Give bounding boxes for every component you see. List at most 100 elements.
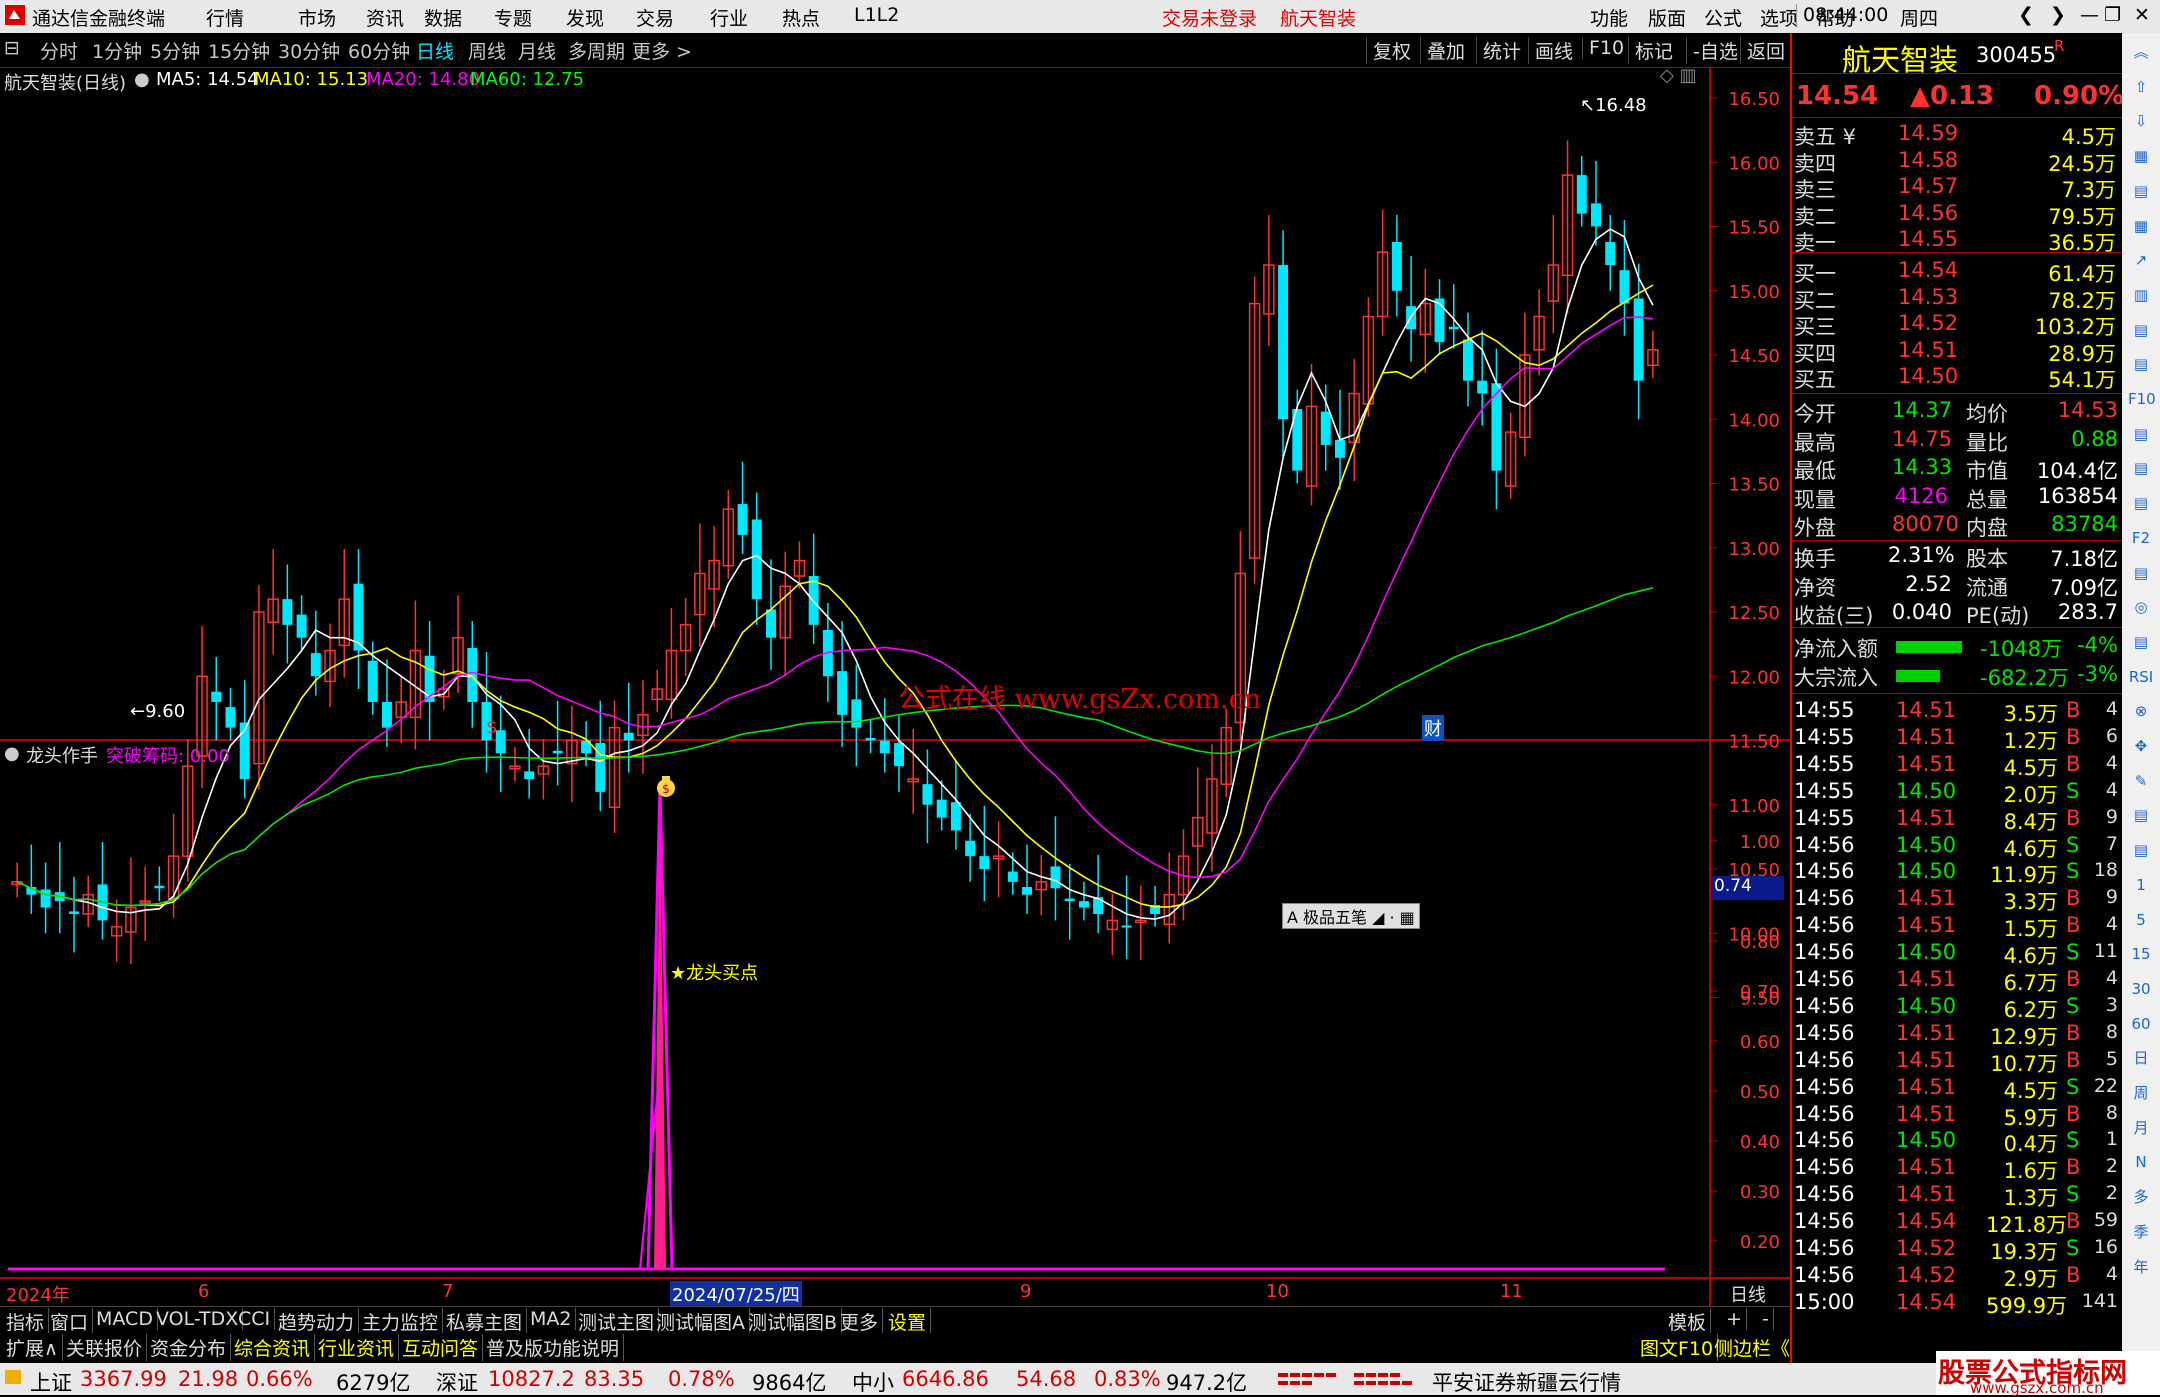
side-tool-icon-16[interactable]: ◎: [2128, 594, 2154, 620]
side-tool-icon-4[interactable]: ▤: [2128, 178, 2154, 204]
menu-4[interactable]: 专题: [494, 4, 532, 31]
indicator-tab-13[interactable]: 设置: [884, 1308, 932, 1335]
template-tab-2[interactable]: -: [1758, 1308, 1774, 1330]
side-tool-icon-1[interactable]: ⇧: [2128, 74, 2154, 100]
tool-button-6[interactable]: -自选: [1686, 37, 1744, 64]
side-tool-icon-21[interactable]: ✎: [2128, 768, 2154, 794]
right-menu-2[interactable]: 公式: [1704, 4, 1742, 31]
period-tab-3[interactable]: 15分钟: [208, 37, 270, 64]
template-tab-1[interactable]: +: [1722, 1308, 1747, 1330]
side-tab-0[interactable]: 图文F10: [1636, 1334, 1719, 1361]
menu-2[interactable]: 资讯: [366, 4, 404, 31]
side-tool-icon-33[interactable]: 多: [2128, 1184, 2154, 1210]
side-tool-icon-14[interactable]: F2: [2128, 525, 2154, 551]
indicator-tab-2[interactable]: MACD: [92, 1308, 158, 1330]
side-tool-icon-6[interactable]: ↗: [2128, 247, 2154, 273]
indicator-tab-4[interactable]: CCI: [234, 1308, 276, 1330]
indicator-tab-9[interactable]: 测试主图: [574, 1308, 660, 1335]
side-tool-icon-17[interactable]: ▤: [2128, 629, 2154, 655]
side-tool-icon-12[interactable]: ▤: [2128, 455, 2154, 481]
side-tool-icon-0[interactable]: ︽: [2128, 39, 2154, 65]
status-item-0[interactable]: 上证: [30, 1367, 72, 1397]
ime-toolbar[interactable]: A 极品五笔 ◢ · ▦: [1282, 903, 1420, 929]
tool-button-7[interactable]: 返回: [1740, 37, 1791, 64]
menu-3[interactable]: 数据: [424, 4, 462, 31]
menu-1[interactable]: 市场: [298, 4, 336, 31]
side-tool-icon-10[interactable]: F10: [2128, 386, 2156, 412]
tool-button-2[interactable]: 统计: [1476, 37, 1527, 64]
side-tool-icon-29[interactable]: 日: [2128, 1045, 2154, 1071]
extension-tab-4[interactable]: 行业资讯: [314, 1334, 400, 1361]
side-tab-1[interactable]: 侧边栏《: [1710, 1334, 1796, 1361]
side-tool-icon-25[interactable]: 5: [2128, 907, 2154, 933]
indicator-tab-8[interactable]: MA2: [526, 1308, 577, 1330]
menu-6[interactable]: 交易: [636, 4, 674, 31]
settings-icon[interactable]: ●: [134, 69, 150, 90]
side-tool-icon-24[interactable]: 1: [2128, 872, 2154, 898]
indicator-tab-12[interactable]: 更多: [836, 1308, 884, 1335]
kline-chart[interactable]: 16.50 16.00 15.50 15.00 14.50 14.00 13.50 13.00…: [0, 67, 1790, 1307]
sub-settings-icon[interactable]: ●: [4, 743, 20, 764]
tool-button-4[interactable]: F10: [1582, 37, 1630, 59]
side-tool-icon-13[interactable]: ▤: [2128, 490, 2154, 516]
side-tool-icon-27[interactable]: 30: [2128, 976, 2154, 1002]
side-tool-icon-11[interactable]: ▤: [2128, 421, 2154, 447]
side-tool-icon-28[interactable]: 60: [2128, 1011, 2154, 1037]
period-tab-7[interactable]: 周线: [468, 37, 506, 64]
period-tab-1[interactable]: 1分钟: [92, 37, 142, 64]
side-tool-icon-7[interactable]: ▥: [2128, 282, 2154, 308]
period-tab-10[interactable]: 更多 >: [632, 37, 692, 64]
indicator-tab-11[interactable]: 测试幅图B: [744, 1308, 843, 1335]
event-marker-s[interactable]: $: [486, 717, 497, 738]
back-icon[interactable]: ❮: [2018, 4, 2034, 26]
side-tool-icon-30[interactable]: 周: [2128, 1080, 2154, 1106]
side-tool-icon-9[interactable]: ▤: [2128, 351, 2154, 377]
side-tool-icon-23[interactable]: ▤: [2128, 837, 2154, 863]
side-tool-icon-31[interactable]: 月: [2128, 1115, 2154, 1141]
extension-tab-1[interactable]: 关联报价: [62, 1334, 148, 1361]
chart-options-icon[interactable]: ◇ ▥: [1660, 65, 1697, 86]
side-tool-icon-5[interactable]: ▦: [2128, 213, 2154, 239]
menu-9[interactable]: L1L2: [854, 4, 899, 26]
side-tool-icon-34[interactable]: 季: [2128, 1219, 2154, 1245]
indicator-tab-10[interactable]: 测试幅图A: [652, 1308, 750, 1335]
extension-tab-0[interactable]: 扩展∧: [2, 1334, 63, 1361]
side-tool-icon-26[interactable]: 15: [2128, 941, 2154, 967]
period-tab-2[interactable]: 5分钟: [150, 37, 200, 64]
menu-5[interactable]: 发现: [566, 4, 604, 31]
extension-tab-3[interactable]: 综合资讯: [230, 1334, 316, 1361]
template-tab-0[interactable]: 模板: [1664, 1308, 1712, 1335]
period-tab-9[interactable]: 多周期: [568, 37, 625, 64]
side-tool-icon-3[interactable]: ▦: [2128, 143, 2154, 169]
chart-area[interactable]: 16.50 16.00 15.50 15.00 14.50 14.00 13.50 13.00…: [0, 65, 1790, 1307]
side-tool-icon-15[interactable]: ▤: [2128, 560, 2154, 586]
login-status[interactable]: 交易未登录: [1162, 4, 1257, 31]
tool-button-3[interactable]: 画线: [1528, 37, 1579, 64]
indicator-tab-0[interactable]: 指标: [2, 1308, 50, 1335]
period-tab-0[interactable]: 分时: [40, 37, 78, 64]
extension-tab-6[interactable]: 普及版功能说明: [482, 1334, 625, 1361]
side-tool-icon-32[interactable]: N: [2128, 1149, 2154, 1175]
close-icon[interactable]: ✕: [2134, 4, 2150, 26]
period-tab-8[interactable]: 月线: [518, 37, 556, 64]
side-tool-icon-2[interactable]: ⇩: [2128, 108, 2154, 134]
menu-0[interactable]: 行情: [206, 4, 244, 31]
right-menu-0[interactable]: 功能: [1590, 4, 1628, 31]
status-item-5[interactable]: 深证: [436, 1367, 478, 1397]
extension-tab-5[interactable]: 互动问答: [398, 1334, 484, 1361]
side-tool-icon-19[interactable]: ⊗: [2128, 698, 2154, 724]
indicator-tab-6[interactable]: 主力监控: [358, 1308, 444, 1335]
indicator-tab-5[interactable]: 趋势动力: [274, 1308, 360, 1335]
menu-8[interactable]: 热点: [782, 4, 820, 31]
side-tool-icon-20[interactable]: ✥: [2128, 733, 2154, 759]
collapse-icon[interactable]: ⊟: [4, 37, 20, 59]
restore-icon[interactable]: ❐: [2104, 4, 2121, 26]
tool-button-5[interactable]: 标记: [1628, 37, 1679, 64]
forward-icon[interactable]: ❯: [2050, 4, 2066, 26]
right-menu-1[interactable]: 版面: [1648, 4, 1686, 31]
side-tool-icon-18[interactable]: RSI: [2128, 664, 2154, 690]
minimize-icon[interactable]: —: [2080, 4, 2099, 26]
period-tab-5[interactable]: 60分钟: [348, 37, 410, 64]
period-tab-6[interactable]: 日线: [416, 37, 454, 64]
indicator-tab-7[interactable]: 私募主图: [442, 1308, 528, 1335]
